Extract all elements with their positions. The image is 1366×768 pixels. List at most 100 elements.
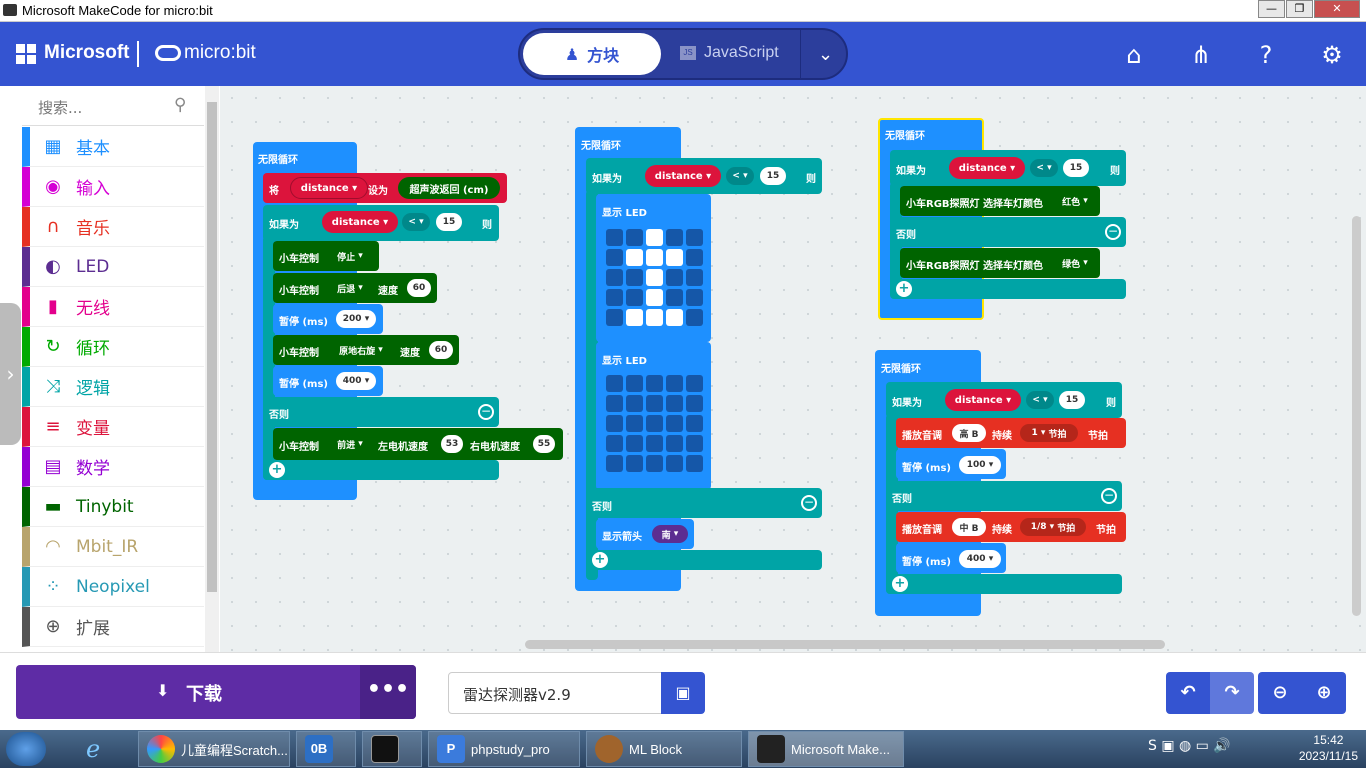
car-action-dropdown[interactable]: 前进 ▾ bbox=[328, 435, 372, 453]
led-cell[interactable] bbox=[666, 269, 683, 286]
taskbar-item-scratch[interactable]: 儿童编程Scratch... bbox=[138, 731, 290, 767]
toolbox-category-0[interactable]: ▦ 基本 bbox=[22, 127, 204, 167]
led-cell[interactable] bbox=[626, 375, 643, 392]
led-cell[interactable] bbox=[666, 415, 683, 432]
led-cell[interactable] bbox=[666, 395, 683, 412]
car-action-dropdown[interactable]: 停止 ▾ bbox=[328, 247, 372, 265]
tab-javascript[interactable]: JS JavaScript bbox=[680, 44, 779, 62]
ie-icon[interactable]: ℯ bbox=[78, 731, 128, 767]
led-grid[interactable] bbox=[606, 375, 703, 472]
pause-ms-dropdown[interactable]: 400 ▾ bbox=[959, 550, 1001, 568]
maximize-button[interactable]: ❐ bbox=[1286, 0, 1313, 18]
number-input[interactable]: 15 bbox=[1059, 391, 1085, 409]
search-input[interactable]: 搜索... bbox=[38, 97, 82, 118]
led-cell[interactable] bbox=[626, 289, 643, 306]
led-cell[interactable] bbox=[646, 415, 663, 432]
led-cell[interactable] bbox=[626, 415, 643, 432]
taskbar-item-terminal[interactable] bbox=[362, 731, 422, 767]
color-dropdown[interactable]: 红色 ▾ bbox=[1054, 192, 1096, 210]
toolbox-category-7[interactable]: ≡ 变量 bbox=[22, 407, 204, 447]
number-input[interactable]: 15 bbox=[436, 213, 462, 231]
car-action-dropdown[interactable]: 原地右旋 ▾ bbox=[328, 341, 394, 359]
beat-dropdown[interactable]: 1/8 ▾ 节拍 bbox=[1020, 518, 1086, 536]
beat-dropdown[interactable]: 1 ▾ 节拍 bbox=[1020, 424, 1078, 442]
led-cell[interactable] bbox=[686, 289, 703, 306]
toolbox-category-4[interactable]: ▮ 无线 bbox=[22, 287, 204, 327]
led-cell[interactable] bbox=[606, 229, 623, 246]
led-cell[interactable] bbox=[606, 269, 623, 286]
compare-dropdown[interactable]: < ▾ bbox=[1026, 391, 1054, 409]
search-icon[interactable]: ⚲ bbox=[174, 95, 186, 115]
led-cell[interactable] bbox=[606, 289, 623, 306]
led-cell[interactable] bbox=[666, 455, 683, 472]
else-section[interactable] bbox=[586, 488, 822, 518]
led-cell[interactable] bbox=[646, 249, 663, 266]
led-cell[interactable] bbox=[646, 435, 663, 452]
led-cell[interactable] bbox=[686, 455, 703, 472]
remove-else-icon[interactable]: − bbox=[1105, 224, 1121, 240]
left-speed-input[interactable]: 53 bbox=[441, 435, 463, 453]
toolbox-category-5[interactable]: ↻ 循环 bbox=[22, 327, 204, 367]
variable-reporter[interactable]: distance ▾ bbox=[645, 165, 721, 187]
block-workspace[interactable]: 无限循环 将 distance ▾ 设为 超声波返回 (cm) 如果为 dist… bbox=[220, 86, 1366, 652]
workspace-horizontal-scrollbar[interactable] bbox=[525, 640, 1165, 649]
compare-dropdown[interactable]: < ▾ bbox=[402, 213, 430, 231]
minimize-button[interactable]: — bbox=[1258, 0, 1285, 18]
car-action-dropdown[interactable]: 后退 ▾ bbox=[328, 279, 372, 297]
remove-else-icon[interactable]: − bbox=[478, 404, 494, 420]
redo-button[interactable]: ↷ bbox=[1210, 672, 1254, 714]
else-section[interactable] bbox=[890, 217, 1126, 247]
home-icon[interactable]: ⌂ bbox=[1120, 42, 1148, 68]
led-cell[interactable] bbox=[606, 375, 623, 392]
help-icon[interactable]: ? bbox=[1252, 42, 1280, 68]
variable-reporter[interactable]: distance ▾ bbox=[322, 211, 398, 233]
number-input[interactable]: 15 bbox=[760, 167, 786, 185]
brand-label[interactable]: Microsoft bbox=[44, 42, 130, 64]
note-input[interactable]: 高 B bbox=[952, 424, 986, 442]
toolbox-category-6[interactable]: ⤨ 逻辑 bbox=[22, 367, 204, 407]
add-else-icon[interactable]: + bbox=[896, 281, 912, 297]
flyout-toggle-button[interactable]: › bbox=[0, 303, 21, 445]
toolbox-category-12[interactable]: ⊕ 扩展 bbox=[22, 607, 204, 647]
led-cell[interactable] bbox=[666, 249, 683, 266]
led-cell[interactable] bbox=[606, 455, 623, 472]
toolbox-category-2[interactable]: ∩ 音乐 bbox=[22, 207, 204, 247]
number-input[interactable]: 15 bbox=[1063, 159, 1089, 177]
led-cell[interactable] bbox=[606, 249, 623, 266]
variable-dropdown[interactable]: distance ▾ bbox=[290, 177, 368, 199]
note-input[interactable]: 中 B bbox=[952, 518, 986, 536]
tray-icons[interactable]: S ▣ ◍ ▭ 🔊 bbox=[1148, 738, 1231, 754]
settings-gear-icon[interactable]: ⚙ bbox=[1318, 42, 1346, 68]
start-button[interactable] bbox=[6, 732, 46, 766]
led-cell[interactable] bbox=[686, 375, 703, 392]
pause-ms-dropdown[interactable]: 400 ▾ bbox=[336, 372, 376, 390]
led-cell[interactable] bbox=[646, 375, 663, 392]
toolbox-category-3[interactable]: ◐ LED bbox=[22, 247, 204, 287]
more-options-button[interactable]: ••• bbox=[360, 665, 416, 719]
remove-else-icon[interactable]: − bbox=[1101, 488, 1117, 504]
microbit-logo[interactable]: micro:bit bbox=[155, 42, 256, 64]
led-cell[interactable] bbox=[666, 435, 683, 452]
else-section[interactable] bbox=[886, 481, 1122, 511]
save-button[interactable]: ▣ bbox=[661, 672, 705, 714]
toolbox-search[interactable]: 搜索... ⚲ bbox=[22, 86, 204, 126]
share-icon[interactable]: ⋔ bbox=[1187, 42, 1215, 68]
led-cell[interactable] bbox=[626, 435, 643, 452]
led-cell[interactable] bbox=[646, 455, 663, 472]
led-cell[interactable] bbox=[666, 289, 683, 306]
add-else-icon[interactable]: + bbox=[592, 552, 608, 568]
toolbox-category-10[interactable]: ◠ Mbit_IR bbox=[22, 527, 204, 567]
led-cell[interactable] bbox=[606, 435, 623, 452]
compare-dropdown[interactable]: < ▾ bbox=[726, 167, 754, 185]
toolbox-category-1[interactable]: ◉ 输入 bbox=[22, 167, 204, 207]
led-cell[interactable] bbox=[626, 395, 643, 412]
led-cell[interactable] bbox=[686, 395, 703, 412]
undo-button[interactable]: ↶ bbox=[1166, 672, 1210, 714]
pause-ms-dropdown[interactable]: 100 ▾ bbox=[959, 456, 1001, 474]
led-cell[interactable] bbox=[686, 435, 703, 452]
led-cell[interactable] bbox=[646, 289, 663, 306]
led-cell[interactable] bbox=[646, 309, 663, 326]
led-cell[interactable] bbox=[626, 455, 643, 472]
language-dropdown-button[interactable]: ⌄ bbox=[800, 30, 850, 78]
led-grid[interactable] bbox=[606, 229, 703, 326]
